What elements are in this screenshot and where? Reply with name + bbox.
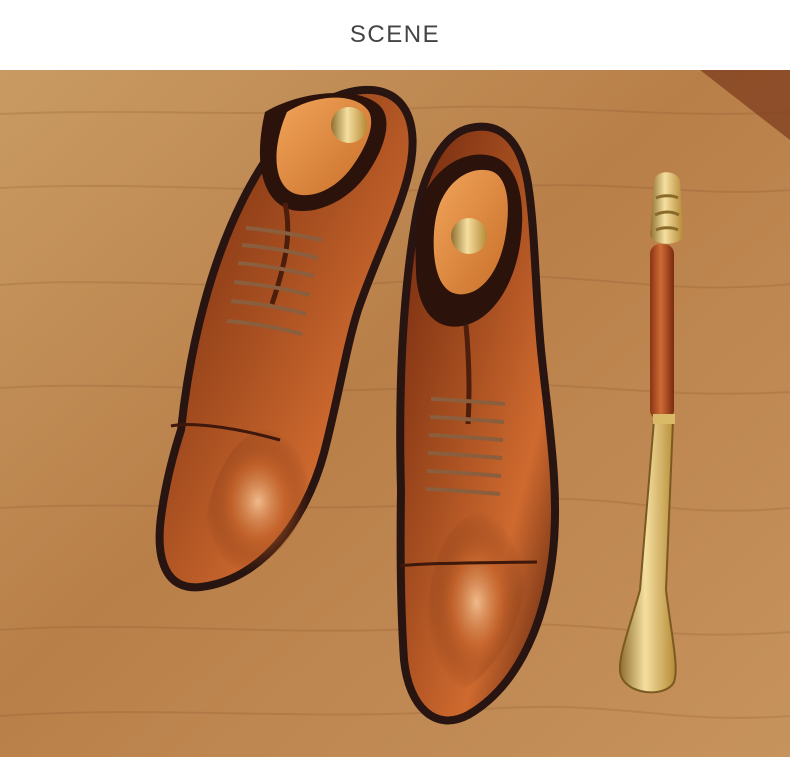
page-title: SCENE <box>349 21 441 48</box>
scene-illustration <box>0 70 790 757</box>
right-oxford-shoe <box>396 122 560 725</box>
header: SCENE <box>0 0 790 70</box>
product-photo <box>0 70 790 757</box>
scene-page: SCENE <box>0 0 790 757</box>
